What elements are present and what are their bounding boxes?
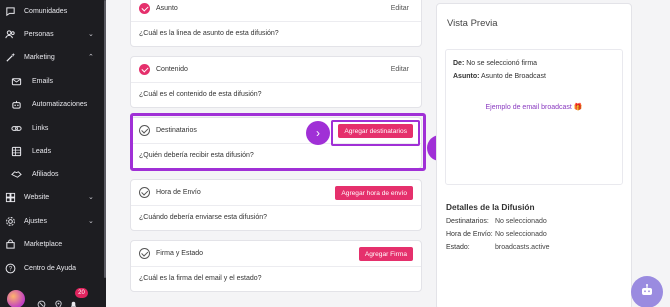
chevron-up-icon: ⌃ [88, 54, 94, 61]
handshake-icon [11, 169, 22, 180]
preview-panel: Vista Previa De: No se seleccionó firma … [436, 3, 632, 307]
sidebar-item-label: Website [24, 193, 50, 201]
section-question: ¿Cuál es la firma del email y el estado? [139, 275, 262, 282]
section-firma-y-estado: Firma y Estado Agregar Firma ¿Cuál es la… [130, 240, 422, 292]
sidebar-item-label: Marketplace [24, 240, 63, 248]
sidebar: Comunidades Personas ⌄ Marketing ⌃ Email… [0, 0, 106, 307]
email-preview: De: No se seleccionó firma Asunto: Asunt… [445, 49, 623, 185]
notification-badge: 20 [75, 288, 88, 298]
wand-icon [5, 52, 16, 63]
check-circle-icon [139, 3, 150, 14]
table-icon [11, 146, 22, 157]
section-header: Hora de Envío Agregar hora de envío [131, 180, 421, 206]
help-icon: ? [5, 263, 16, 274]
sidebar-item-label: Marketing [24, 53, 55, 61]
preview-title: Vista Previa [447, 18, 498, 29]
check-circle-outline-icon [139, 248, 150, 259]
section-question: ¿Cuándo debería enviarse esta difusión? [139, 214, 268, 221]
example-email-link[interactable]: Ejemplo de email broadcast 🎁 [446, 103, 622, 111]
tutorial-button-highlight [331, 120, 420, 146]
sidebar-item-comunidades[interactable]: Comunidades [0, 1, 106, 21]
sidebar-item-ajustes[interactable]: Ajustes ⌄ [0, 211, 106, 231]
sidebar-item-label: Links [32, 124, 49, 132]
sidebar-item-label: Ajustes [24, 217, 47, 225]
chevron-down-icon: ⌄ [88, 31, 94, 38]
users-icon [5, 29, 16, 40]
sidebar-item-label: Emails [32, 77, 54, 85]
section-header: Firma y Estado Agregar Firma [131, 241, 421, 267]
preview-subject: Asunto: Asunto de Broadcast [453, 73, 546, 80]
preview-from-value: No se seleccionó firma [466, 60, 538, 67]
sidebar-item-label: Centro de Ayuda [24, 264, 77, 272]
sidebar-item-label: Leads [32, 147, 52, 155]
grid-icon [5, 192, 16, 203]
section-title: Firma y Estado [156, 250, 204, 257]
edit-link[interactable]: Editar [391, 66, 409, 73]
detail-value: No seleccionado [495, 218, 547, 225]
preview-from: De: No se seleccionó firma [453, 60, 537, 67]
sidebar-item-links[interactable]: Links [0, 118, 106, 138]
moon-icon[interactable] [37, 296, 46, 307]
detail-value: broadcasts.active [495, 244, 550, 251]
sidebar-item-afiliados[interactable]: Afiliados [0, 164, 106, 184]
sidebar-item-automatizaciones[interactable]: Automatizaciones [0, 94, 106, 114]
section-title: Asunto [156, 5, 178, 12]
store-icon [5, 238, 16, 250]
check-circle-outline-icon [139, 187, 150, 198]
gear-icon [5, 216, 16, 227]
robot-icon [639, 282, 655, 303]
preview-from-label: De: [453, 60, 465, 67]
add-send-time-button[interactable]: Agregar hora de envío [335, 186, 413, 200]
detail-label: Estado: [446, 244, 470, 251]
sidebar-item-label: Automatizaciones [32, 100, 88, 108]
section-asunto: Asunto Editar ¿Cuál es la linea de asunt… [130, 0, 422, 47]
detail-label: Hora de Envío: [446, 231, 493, 238]
svg-text:?: ? [9, 266, 13, 272]
sidebar-item-emails[interactable]: Emails [0, 71, 106, 91]
section-contenido: Contenido Editar ¿Cuál es el contenido d… [130, 56, 422, 108]
sidebar-item-leads[interactable]: Leads [0, 141, 106, 161]
sidebar-footer [0, 283, 106, 307]
section-header: Asunto Editar [131, 0, 421, 22]
section-title: Hora de Envío [156, 189, 201, 196]
section-hora-de-envio: Hora de Envío Agregar hora de envío ¿Cuá… [130, 179, 422, 231]
details-title: Detalles de la Difusión [446, 202, 535, 212]
chevron-down-icon: ⌄ [88, 194, 94, 201]
mail-icon [11, 76, 22, 87]
edit-link[interactable]: Editar [391, 5, 409, 12]
detail-value: No seleccionado [495, 231, 547, 238]
location-icon[interactable] [54, 296, 63, 307]
chevron-down-icon: ⌄ [88, 218, 94, 225]
section-question: ¿Cuál es la linea de asunto de esta difu… [139, 30, 279, 37]
add-signature-button[interactable]: Agregar Firma [358, 247, 413, 261]
check-circle-icon [139, 64, 150, 75]
sidebar-item-marketing[interactable]: Marketing ⌃ [0, 47, 106, 67]
section-title: Contenido [156, 66, 188, 73]
help-chat-button[interactable] [631, 276, 663, 307]
preview-subject-value: Asunto de Broadcast [481, 73, 547, 80]
sidebar-item-website[interactable]: Website ⌄ [0, 187, 106, 207]
preview-subject-label: Asunto: [453, 73, 480, 80]
sidebar-item-label: Afiliados [32, 170, 59, 178]
section-question: ¿Cuál es el contenido de esta difusión? [139, 91, 262, 98]
link-icon [11, 123, 22, 134]
sidebar-item-label: Personas [24, 30, 54, 38]
arrow-right-icon: › [306, 121, 330, 145]
section-header: Contenido Editar [131, 57, 421, 83]
sidebar-item-centro-de-ayuda[interactable]: ? Centro de Ayuda [0, 258, 106, 278]
comment-icon [5, 6, 16, 17]
sidebar-item-label: Comunidades [24, 7, 68, 15]
avatar[interactable] [7, 290, 25, 307]
robot-icon [11, 99, 22, 110]
detail-label: Destinatarios: [446, 218, 489, 225]
sidebar-item-marketplace[interactable]: Marketplace [0, 234, 106, 254]
sidebar-item-personas[interactable]: Personas ⌄ [0, 24, 106, 44]
